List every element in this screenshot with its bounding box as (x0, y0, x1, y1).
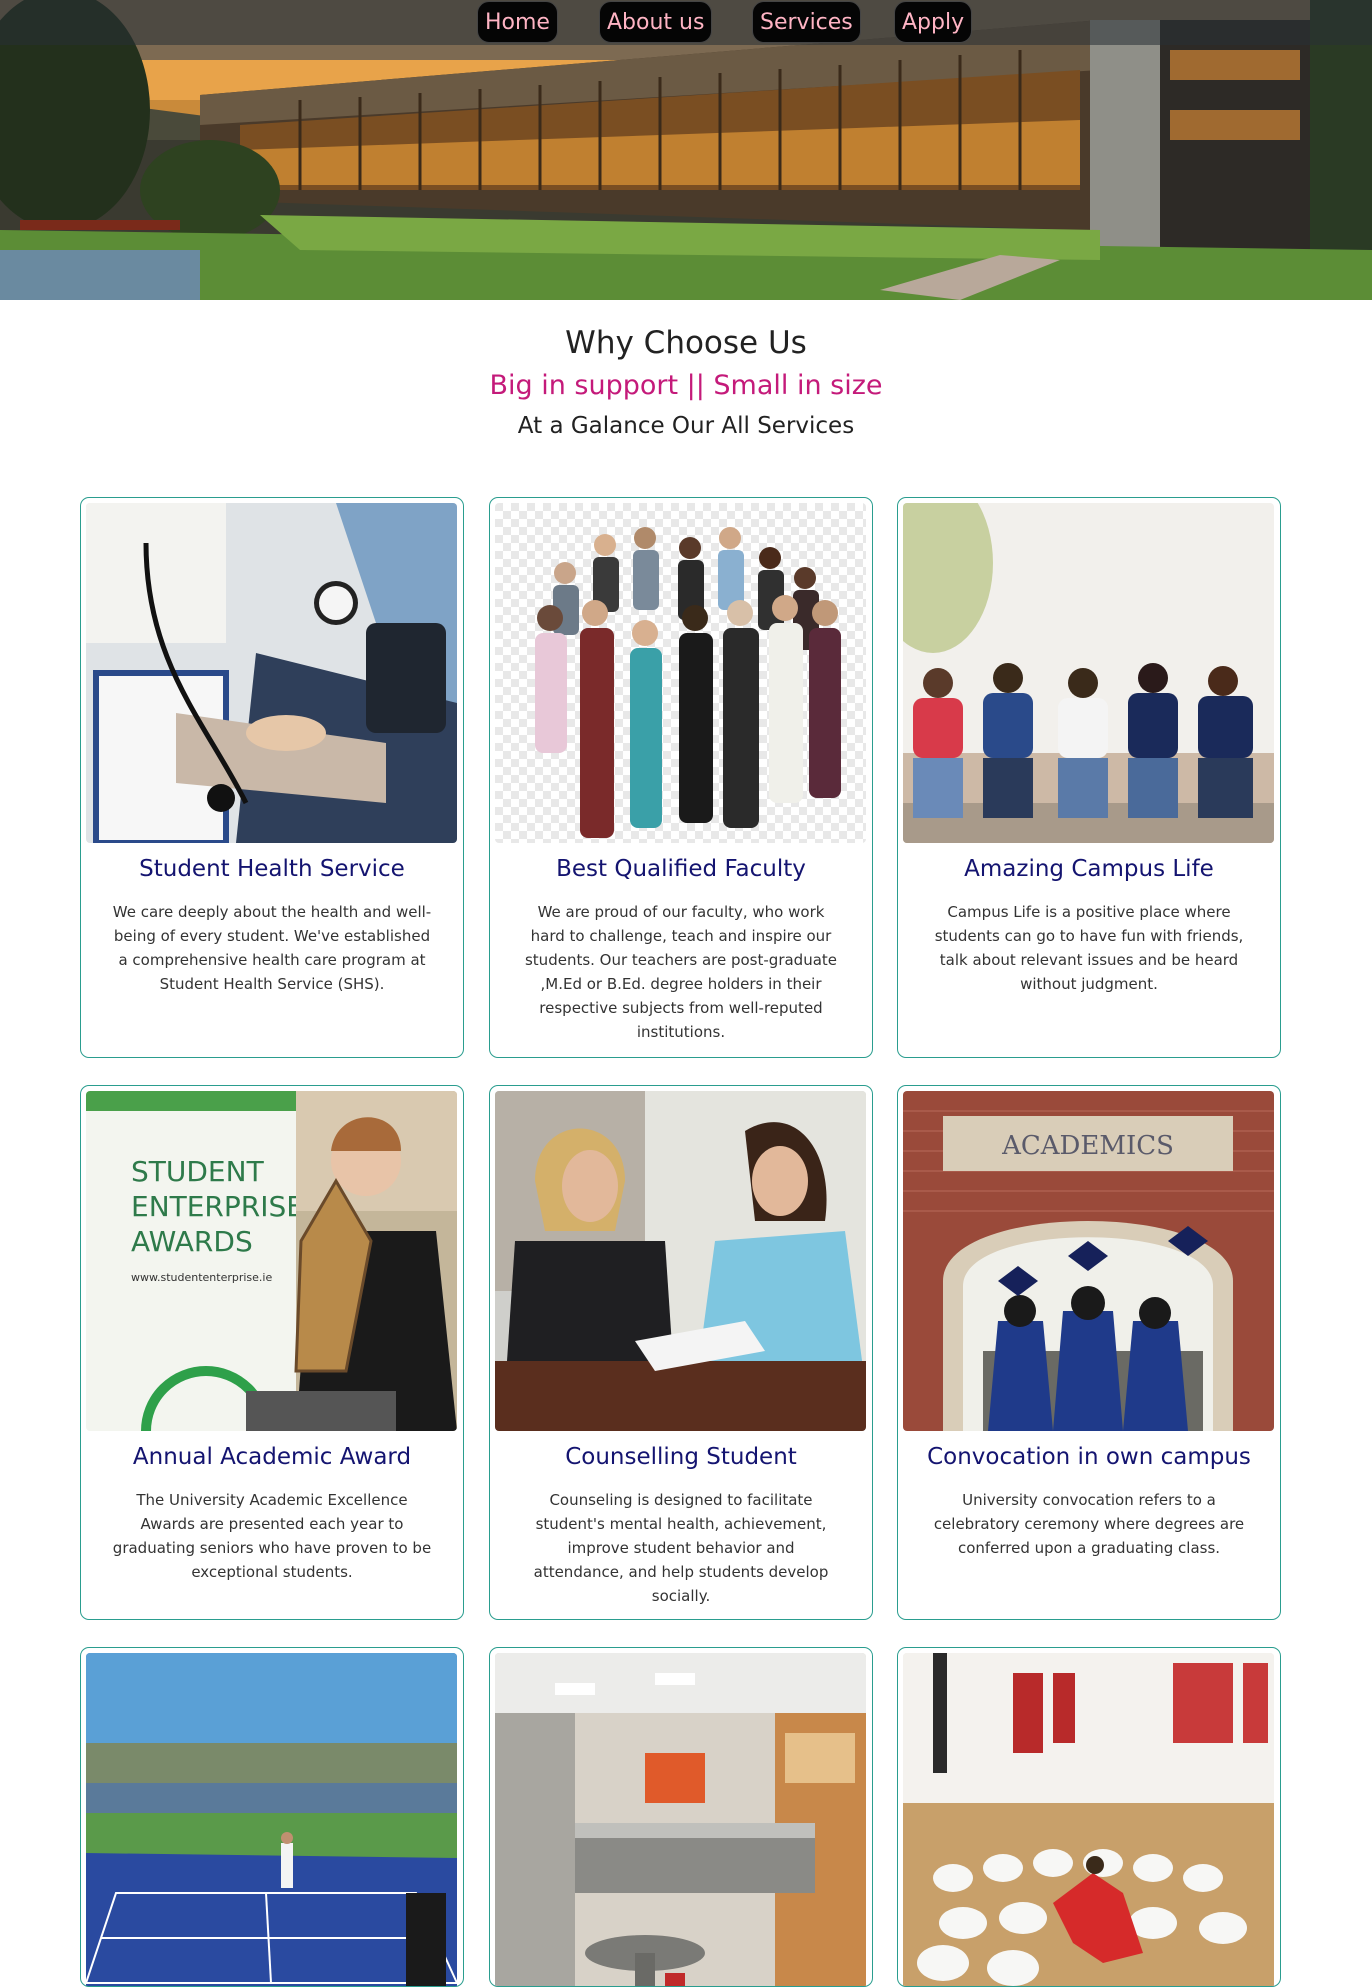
award-sign-line-3: AWARDS (131, 1225, 253, 1258)
counselling-session-photo (495, 1091, 866, 1431)
hero-banner: Home About us Services Apply (0, 0, 1372, 300)
martial-arts-class-photo (903, 1653, 1274, 1986)
card-title: Student Health Service (139, 856, 405, 882)
nav-about-us-button[interactable]: About us (599, 1, 713, 43)
campus-life-students-photo (903, 503, 1274, 843)
cafeteria-photo (495, 1653, 866, 1986)
academics-sign-text: ACADEMICS (1001, 1131, 1174, 1161)
card-title: Counselling Student (565, 1444, 797, 1470)
campus-building-photo (0, 0, 1372, 300)
convocation-photo: ACADEMICS (903, 1091, 1274, 1431)
card-title: Amazing Campus Life (964, 856, 1214, 882)
card-description: We are proud of our faculty, who work ha… (524, 903, 838, 1041)
service-card-martial-arts (897, 1647, 1281, 1987)
academic-award-photo: STUDENT ENTERPRISE AWARDS www.studentent… (86, 1091, 457, 1431)
service-card-health: Student Health Service We care deeply ab… (80, 497, 464, 1058)
service-card-award: STUDENT ENTERPRISE AWARDS www.studentent… (80, 1085, 464, 1620)
faculty-group-photo (495, 503, 866, 843)
nav-services-button[interactable]: Services (752, 1, 861, 43)
service-card-campus-life: Amazing Campus Life Campus Life is a pos… (897, 497, 1281, 1058)
nav-apply-button[interactable]: Apply (894, 1, 973, 43)
award-sign-line-1: STUDENT (131, 1155, 265, 1188)
service-card-cafeteria (489, 1647, 873, 1987)
service-card-sports (80, 1647, 464, 1987)
health-checkup-photo (86, 503, 457, 843)
card-description: The University Academic Excellence Award… (112, 1491, 432, 1581)
award-sign-url: www.studententerprise.ie (131, 1271, 272, 1284)
section-subtitle: Big in support || Small in size (489, 370, 883, 401)
section-tagline: At a Galance Our All Services (517, 413, 855, 439)
section-title: Why Choose Us (565, 325, 807, 361)
card-title: Convocation in own campus (927, 1444, 1251, 1470)
service-card-faculty: Best Qualified Faculty We are proud of o… (489, 497, 873, 1058)
award-sign-line-2: ENTERPRISE (131, 1190, 304, 1223)
card-title: Annual Academic Award (132, 1444, 412, 1470)
nav-home-button[interactable]: Home (477, 1, 558, 43)
card-description: Campus Life is a positive place where st… (934, 903, 1244, 993)
service-card-counselling: Counselling Student Counseling is design… (489, 1085, 873, 1620)
card-description: Counseling is designed to facilitate stu… (533, 1491, 829, 1605)
service-card-convocation: ACADEMICS Convocation in own campus Univ… (897, 1085, 1281, 1620)
card-description: University convocation refers to a celeb… (933, 1491, 1245, 1557)
top-navigation: Home About us Services Apply (0, 0, 1372, 45)
sports-court-photo (86, 1653, 457, 1986)
card-title: Best Qualified Faculty (556, 856, 806, 882)
card-description: We care deeply about the health and well… (112, 903, 432, 993)
